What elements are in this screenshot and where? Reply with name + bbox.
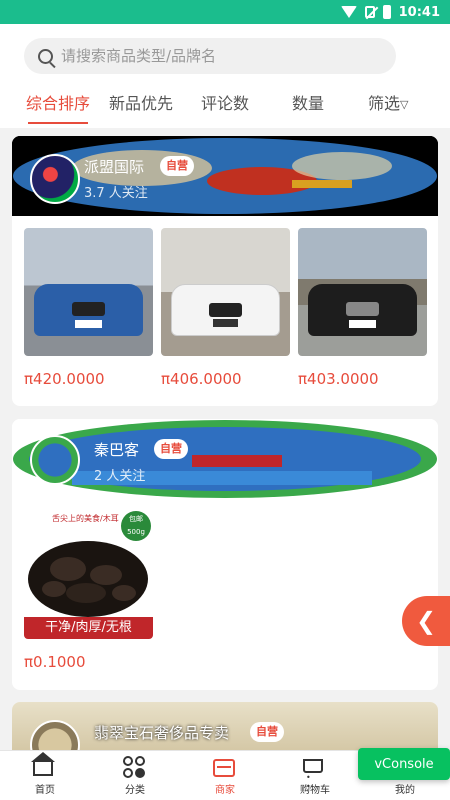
self-operated-badge: 自营 xyxy=(154,439,188,459)
tab-newest[interactable]: 新品优先 xyxy=(109,90,173,114)
self-operated-badge: 自营 xyxy=(250,722,284,742)
tab-reviews[interactable]: 评论数 xyxy=(201,90,249,114)
shop-name: 秦巴客 xyxy=(94,441,140,459)
nav-cart[interactable]: 购物车 xyxy=(270,751,360,800)
battery-icon xyxy=(382,5,391,19)
product-price: π420.0000 xyxy=(24,370,105,388)
product-list: 舌尖上的美食/木耳 包邮 500g 干净/肉厚/无根 π0.1000 xyxy=(12,499,438,671)
status-time: 10:41 xyxy=(398,4,440,20)
category-icon xyxy=(123,755,147,778)
product-list: π420.0000 π406.0000 π403.0000 xyxy=(12,216,438,388)
no-sim-icon xyxy=(364,6,375,18)
product-image xyxy=(298,228,427,356)
product-item[interactable]: π420.0000 xyxy=(24,228,153,388)
shop-followers: 3.7 人关注 xyxy=(84,186,148,201)
car-hongqi-illustration xyxy=(308,284,417,336)
product-item[interactable]: π406.0000 xyxy=(161,228,290,388)
search-bar[interactable] xyxy=(24,38,396,74)
chevron-left-icon: ❮ xyxy=(416,607,437,635)
product-price: π0.1000 xyxy=(24,653,86,671)
tab-quantity[interactable]: 数量 xyxy=(292,90,324,114)
shop-followers: 2 人关注 xyxy=(94,469,146,484)
tab-filter-label: 筛选 xyxy=(368,94,401,113)
active-tab-indicator xyxy=(28,122,88,124)
shop-card: 秦巴客 自营 2 人关注 舌尖上的美食/木耳 包邮 500g 干净/肉厚/无根 … xyxy=(12,419,438,690)
product-price: π406.0000 xyxy=(161,370,242,388)
product-item[interactable]: π403.0000 xyxy=(298,228,427,388)
search-icon xyxy=(38,48,53,64)
float-back-button[interactable]: ❮ xyxy=(402,596,450,646)
product-image xyxy=(161,228,290,356)
product-image: 舌尖上的美食/木耳 包邮 500g 干净/肉厚/无根 xyxy=(24,511,153,639)
nav-shop[interactable]: 商家 xyxy=(180,751,270,800)
tab-filter[interactable]: 筛选▽ xyxy=(368,90,408,114)
shop-name: 派盟国际 xyxy=(84,158,145,176)
search-input[interactable] xyxy=(61,47,361,65)
car-mercedes-illustration xyxy=(34,284,143,336)
product-item[interactable]: 舌尖上的美食/木耳 包邮 500g 干净/肉厚/无根 π0.1000 xyxy=(24,511,153,671)
sort-tabs: 综合排序 新品优先 评论数 数量 筛选▽ xyxy=(0,88,450,124)
shop-banner[interactable]: 派盟国际 自营 3.7 人关注 xyxy=(12,136,438,216)
cart-icon xyxy=(303,758,323,791)
nav-category[interactable]: 分类 xyxy=(90,751,180,800)
shop-logo xyxy=(30,154,80,204)
car-bmw-illustration xyxy=(171,284,280,336)
nav-me-label: 我的 xyxy=(395,784,415,796)
shop-logo xyxy=(30,435,80,485)
nav-home[interactable]: 首页 xyxy=(0,751,90,800)
filter-icon: ▽ xyxy=(400,98,409,111)
nav-home-label: 首页 xyxy=(35,784,55,796)
product-image xyxy=(24,228,153,356)
self-operated-badge: 自营 xyxy=(160,156,194,176)
product-promo-banner: 干净/肉厚/无根 xyxy=(24,617,153,639)
shop-name: 翡翠宝石奢侈品专卖 xyxy=(94,724,230,742)
vconsole-button[interactable]: vConsole xyxy=(358,748,450,780)
tab-comprehensive[interactable]: 综合排序 xyxy=(26,90,90,114)
header: 综合排序 新品优先 评论数 数量 筛选▽ xyxy=(0,24,450,128)
nav-category-label: 分类 xyxy=(125,784,145,796)
status-bar: 10:41 xyxy=(0,0,450,24)
nav-shop-label: 商家 xyxy=(215,784,235,796)
black-fungus-image xyxy=(28,541,148,617)
wifi-icon xyxy=(340,6,357,18)
shop-card: 派盟国际 自营 3.7 人关注 π420.0000 π406.0000 π403… xyxy=(12,136,438,406)
shop-icon xyxy=(213,758,235,777)
home-icon xyxy=(31,751,55,776)
product-price: π403.0000 xyxy=(298,370,379,388)
shop-banner[interactable]: 秦巴客 自营 2 人关注 xyxy=(12,419,438,499)
